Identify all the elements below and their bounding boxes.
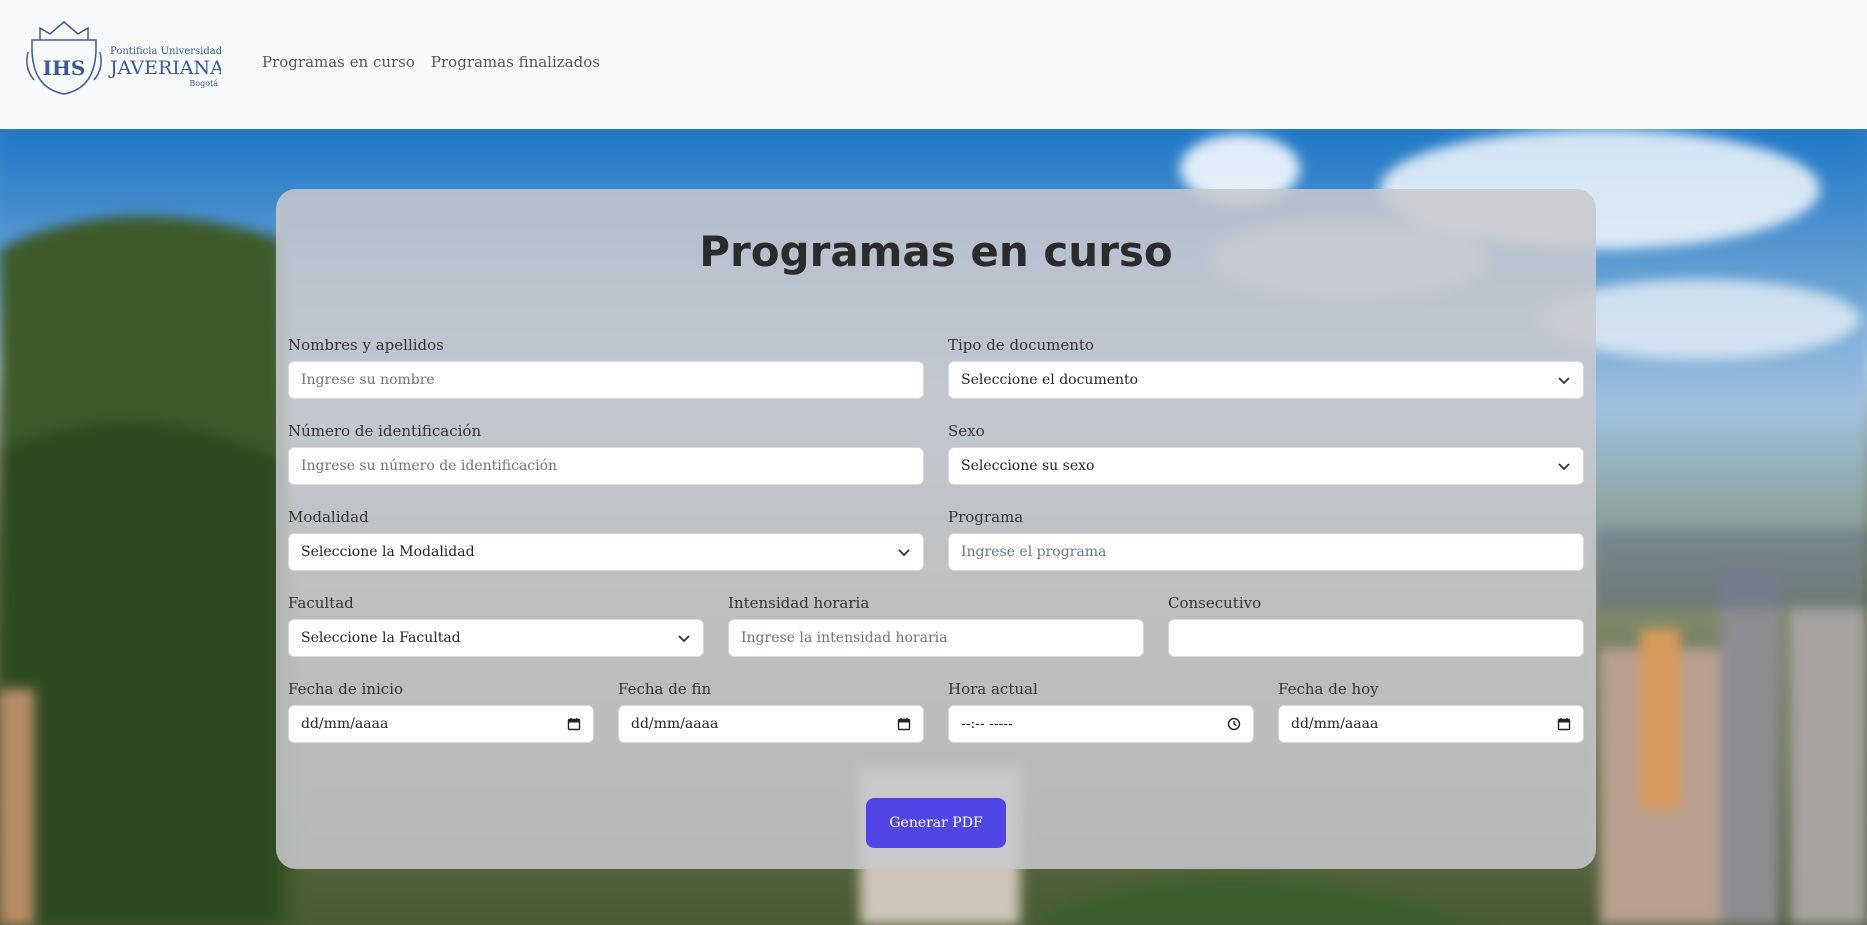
chevron-down-icon (1558, 463, 1570, 471)
field-fecha-inicio: Fecha de inicio dd/mm/aaaa (288, 679, 594, 743)
field-programa: Programa Ingrese el programa (948, 507, 1584, 571)
field-fecha-hoy: Fecha de hoy dd/mm/aaaa (1278, 679, 1584, 743)
label-hora-actual: Hora actual (948, 680, 1038, 698)
form-card: Programas en curso Nombres y apellidos I… (276, 189, 1596, 869)
chevron-down-icon (1558, 377, 1570, 385)
nav-links: Programas en curso Programas finalizados (262, 53, 600, 71)
intensidad-placeholder: Ingrese la intensidad horaria (741, 630, 948, 646)
fecha-fin-input[interactable]: dd/mm/aaaa (618, 705, 924, 743)
nav-link-programas-finalizados[interactable]: Programas finalizados (431, 53, 600, 71)
field-facultad: Facultad Seleccione la Facultad (288, 593, 704, 657)
fecha-hoy-input[interactable]: dd/mm/aaaa (1278, 705, 1584, 743)
label-sexo: Sexo (948, 422, 985, 440)
programa-input[interactable]: Ingrese el programa (948, 533, 1584, 571)
field-tipo-documento: Tipo de documento Seleccione el document… (948, 335, 1584, 399)
label-fecha-inicio: Fecha de inicio (288, 680, 403, 698)
field-fecha-fin: Fecha de fin dd/mm/aaaa (618, 679, 924, 743)
clock-icon[interactable] (1227, 717, 1241, 731)
fecha-inicio-input[interactable]: dd/mm/aaaa (288, 705, 594, 743)
sexo-value: Seleccione su sexo (961, 458, 1095, 474)
field-intensidad: Intensidad horaria Ingrese la intensidad… (728, 593, 1144, 657)
fecha-hoy-value: dd/mm/aaaa (1291, 716, 1379, 732)
nombres-input[interactable]: Ingrese su nombre (288, 361, 924, 399)
hora-actual-input[interactable]: --:-- ----- (948, 705, 1254, 743)
label-modalidad: Modalidad (288, 508, 369, 526)
label-numero-id: Número de identificación (288, 422, 482, 440)
label-nombres: Nombres y apellidos (288, 336, 444, 354)
label-intensidad: Intensidad horaria (728, 594, 870, 612)
generate-pdf-button[interactable]: Generar PDF (866, 798, 1006, 848)
logo-line2: JAVERIANA (108, 57, 221, 79)
numero-id-placeholder: Ingrese su número de identificación (301, 458, 558, 474)
label-fecha-fin: Fecha de fin (618, 680, 712, 698)
field-consecutivo: Consecutivo (1168, 593, 1584, 657)
label-consecutivo: Consecutivo (1168, 594, 1262, 612)
nombres-placeholder: Ingrese su nombre (301, 372, 435, 388)
field-sexo: Sexo Seleccione su sexo (948, 421, 1584, 485)
logo-monogram: IHS (43, 56, 86, 80)
sexo-select[interactable]: Seleccione su sexo (948, 447, 1584, 485)
label-programa: Programa (948, 508, 1024, 526)
facultad-value: Seleccione la Facultad (301, 630, 461, 646)
tipo-documento-value: Seleccione el documento (961, 372, 1139, 388)
logo-line3: Bogotá (189, 79, 218, 88)
nav-link-programas-en-curso[interactable]: Programas en curso (262, 53, 415, 71)
field-modalidad: Modalidad Seleccione la Modalidad (288, 507, 924, 571)
chevron-down-icon (678, 635, 690, 643)
modalidad-value: Seleccione la Modalidad (301, 544, 475, 560)
numero-id-input[interactable]: Ingrese su número de identificación (288, 447, 924, 485)
programa-placeholder: Ingrese el programa (961, 544, 1107, 560)
facultad-select[interactable]: Seleccione la Facultad (288, 619, 704, 657)
label-fecha-hoy: Fecha de hoy (1278, 680, 1379, 698)
consecutivo-input[interactable] (1168, 619, 1584, 657)
logo-line1: Pontificia Universidad (110, 46, 221, 57)
tipo-documento-select[interactable]: Seleccione el documento (948, 361, 1584, 399)
field-numero-id: Número de identificación Ingrese su núme… (288, 421, 924, 485)
page-title: Programas en curso (699, 227, 1173, 276)
calendar-icon[interactable] (567, 717, 581, 731)
modalidad-select[interactable]: Seleccione la Modalidad (288, 533, 924, 571)
label-facultad: Facultad (288, 594, 354, 612)
navbar: IHS Pontificia Universidad JAVERIANA Bog… (0, 0, 1867, 129)
field-nombres: Nombres y apellidos Ingrese su nombre (288, 335, 924, 399)
fecha-fin-value: dd/mm/aaaa (631, 716, 719, 732)
hora-actual-value: --:-- ----- (961, 716, 1013, 732)
calendar-icon[interactable] (1557, 717, 1571, 731)
intensidad-input[interactable]: Ingrese la intensidad horaria (728, 619, 1144, 657)
fecha-inicio-value: dd/mm/aaaa (301, 716, 389, 732)
label-tipo-documento: Tipo de documento (948, 336, 1094, 354)
calendar-icon[interactable] (897, 717, 911, 731)
university-logo[interactable]: IHS Pontificia Universidad JAVERIANA Bog… (26, 18, 224, 98)
field-hora-actual: Hora actual --:-- ----- (948, 679, 1254, 743)
chevron-down-icon (898, 549, 910, 557)
